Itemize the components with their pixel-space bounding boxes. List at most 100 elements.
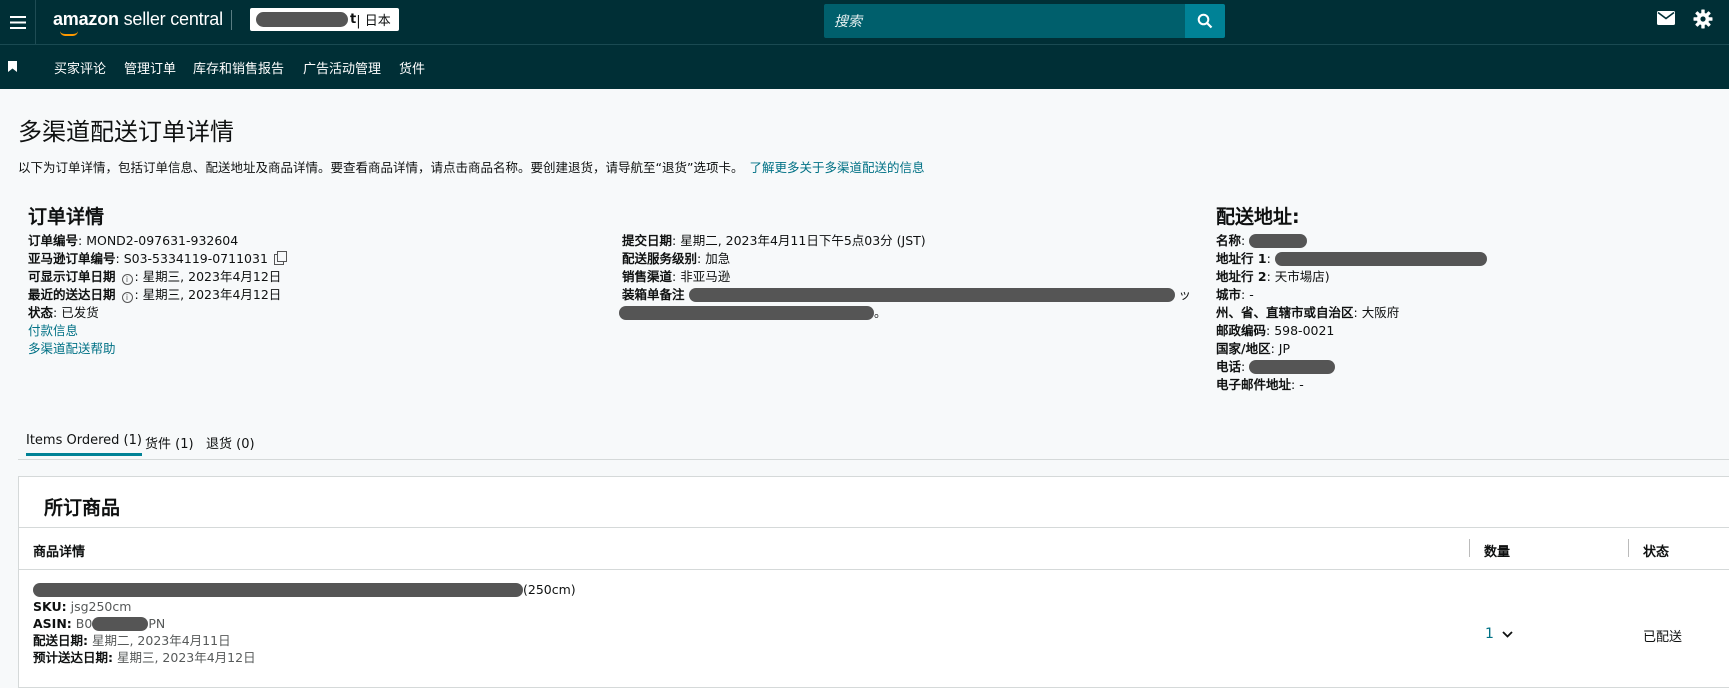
menu-icon[interactable] [0,0,36,44]
estimated-delivery-value: 星期三, 2023年4月12日 [113,650,256,665]
country-row: 国家/地区: JP [1216,340,1290,357]
address-line2-row: 地址行 2: 天市場店) [1216,268,1330,285]
store-country: | 日本 [356,14,391,29]
ship-date-label: 配送日期: [33,633,88,648]
info-icon[interactable]: i [121,292,133,303]
city-label: 城市 [1216,287,1242,302]
country-value: : JP [1270,341,1290,356]
product-name-link[interactable]: (250cm) [523,582,576,597]
search-placeholder: 搜索 [834,14,862,30]
submit-date-row: 提交日期: 星期二, 2023年4月11日下午5点03分 (JST) [622,232,926,249]
amazon-order-number-value: : S03-5334119-0711031 [115,251,268,266]
tabs-divider [18,459,1729,460]
service-level-label: 配送服务级别 [622,251,698,266]
page-title: 多渠道配送订单详情 [18,118,234,146]
phone-row: 电话: [1216,358,1336,375]
postal-code-label: 邮政编码 [1216,323,1267,338]
status-label: 状态 [28,305,54,320]
display-date-label: 可显示订单日期 [28,269,116,284]
seller-central-logo[interactable]: amazon seller central [53,9,223,30]
intro-text: 以下为订单详情，包括订单信息、配送地址及商品详情。要查看商品详情，请点击商品名称… [18,160,744,175]
tab-items-ordered[interactable]: Items Ordered (1) [26,433,142,456]
postal-code-row: 邮政编码: 598-0021 [1216,322,1334,339]
postal-code-value: : 598-0021 [1266,323,1335,338]
search-button[interactable] [1185,4,1225,38]
state-value: : 大阪府 [1353,305,1400,320]
mcf-help-row: 多渠道配送帮助 [28,340,116,357]
ship-date-value: 星期二, 2023年4月11日 [88,633,231,648]
email-value: : - [1291,377,1304,392]
items-ordered-card: 所订商品 商品详情 数量 状态 (250cm) SKU: jsg250cm AS… [18,476,1729,688]
state-row: 州、省、直辖市或自治区: 大阪府 [1216,304,1399,321]
redacted-asin [92,617,149,631]
service-level-row: 配送服务级别: 加急 [622,250,730,267]
sales-channel-row: 销售渠道: 非亚马逊 [622,268,730,285]
submit-date-value: : 星期二, 2023年4月11日下午5点03分 (JST) [672,233,926,248]
packing-note-end: 。 [874,305,887,320]
items-ordered-title: 所订商品 [44,497,121,519]
column-header-quantity: 数量 [1484,545,1511,560]
nav-item-inventory-reports[interactable]: 库存和销售报告 [193,58,284,77]
mail-icon[interactable] [1657,11,1675,29]
chevron-down-icon [1502,630,1513,638]
state-label: 州、省、直辖市或自治区 [1216,305,1354,320]
packing-note-label: 装箱单备注 [622,287,685,302]
tab-returns[interactable]: 退货 (0) [206,433,255,452]
learn-more-link[interactable]: 了解更多关于多渠道配送的信息 [749,160,924,175]
address-line1-row: 地址行 1: [1216,250,1487,267]
gear-icon[interactable] [1693,9,1713,33]
quantity-value: 1 [1485,626,1494,642]
phone-label: 电话 [1216,359,1242,374]
estimated-delivery-label: 预计送达日期: [33,650,113,665]
packing-note-row: 装箱单备注 ッ [622,286,1191,303]
bookmark-icon[interactable] [8,61,17,76]
asin-row: ASIN: B0 PN [33,615,165,632]
search-icon [1197,13,1213,29]
sku-value: jsg250cm [66,599,132,614]
page-intro: 以下为订单详情，包括订单信息、配送地址及商品详情。要查看商品详情，请点击商品名称… [18,157,924,176]
nav-item-manage-orders[interactable]: 管理订单 [124,58,176,77]
copy-icon[interactable] [273,251,287,265]
payment-info-row: 付款信息 [28,322,78,339]
info-icon[interactable]: i [121,274,133,285]
sales-channel-label: 销售渠道 [622,269,673,284]
address-name-label: 名称 [1216,233,1242,248]
address-name-row: 名称: [1216,232,1308,249]
address-line1-label: 地址行 1 [1216,251,1267,266]
column-separator [1469,539,1470,557]
order-number-row: 订单编号: MOND2-097631-932604 [28,232,238,249]
payment-info-link[interactable]: 付款信息 [28,323,78,338]
asin-label: ASIN: [33,616,72,631]
sub-navigation: 买家评论 管理订单 库存和销售报告 广告活动管理 货件 [0,44,1729,89]
address-line2-value: : 天市場店) [1266,269,1330,284]
sku-label: SKU: [33,599,67,614]
nav-item-buyer-reviews[interactable]: 买家评论 [54,58,106,77]
display-date-row: 可显示订单日期 i: 星期三, 2023年4月12日 [28,268,281,285]
order-number-label: 订单编号 [28,233,79,248]
store-selector[interactable]: t | 日本 [250,8,399,31]
items-table-header: 商品详情 数量 状态 [19,527,1729,570]
email-row: 电子邮件地址: - [1216,376,1304,393]
column-header-status: 状态 [1643,545,1670,560]
mcf-help-link[interactable]: 多渠道配送帮助 [28,341,116,356]
estimated-delivery-row: 预计送达日期: 星期三, 2023年4月12日 [33,649,256,666]
redacted-packing-note [688,288,1175,302]
nav-item-campaign-manager[interactable]: 广告活动管理 [303,58,381,77]
search-input[interactable]: 搜索 [824,4,1186,38]
packing-note-row-2: 。 [619,304,887,321]
email-label: 电子邮件地址 [1216,377,1292,392]
tab-shipments[interactable]: 货件 (1) [145,433,194,452]
asin-head: B0 [71,616,93,631]
item-status: 已配送 [1643,630,1683,645]
redacted-store-name [256,12,348,27]
header-divider [231,10,232,30]
latest-delivery-row: 最近的送达日期 i: 星期三, 2023年4月12日 [28,286,281,303]
product-name-row[interactable]: (250cm) [33,581,576,598]
display-date-value: : 星期三, 2023年4月12日 [134,269,282,284]
country-label: 国家/地区 [1216,341,1271,356]
logo-light: seller central [118,9,223,29]
redacted-phone [1249,360,1336,374]
quantity-dropdown[interactable]: 1 [1485,626,1513,642]
status-row: 状态: 已发货 [28,304,99,321]
nav-item-shipments[interactable]: 货件 [399,58,425,77]
